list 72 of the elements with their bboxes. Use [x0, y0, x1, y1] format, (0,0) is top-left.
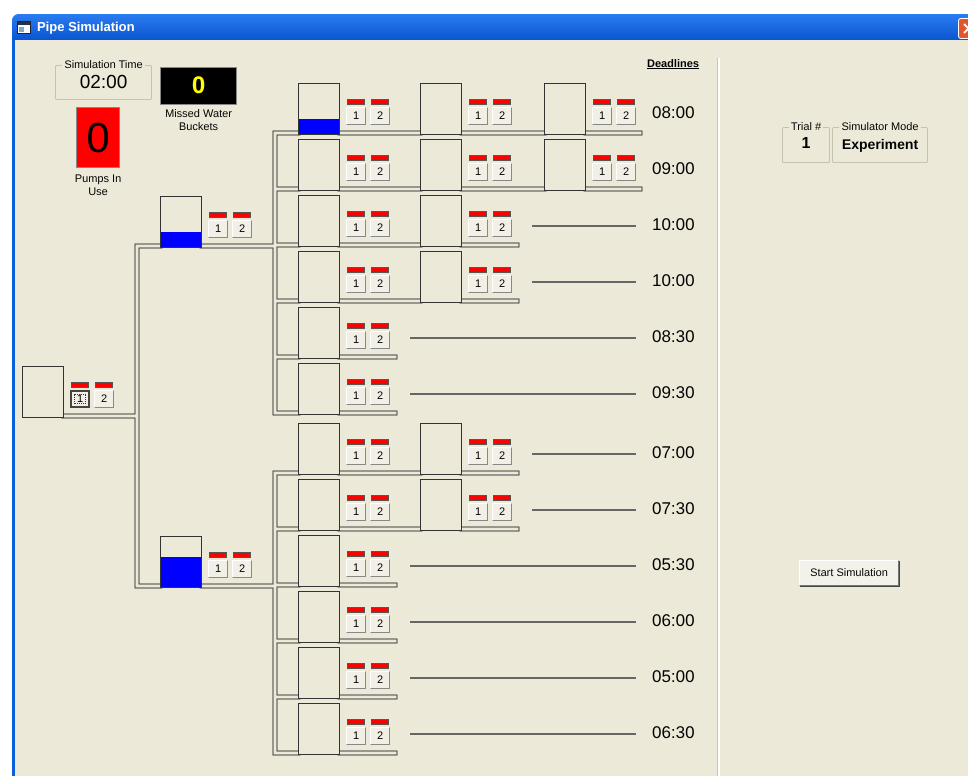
missed-buckets-label: Missed Water Buckets	[164, 108, 233, 134]
deadline-time: 07:00	[652, 444, 695, 461]
pump-button[interactable]: 2	[370, 503, 390, 521]
pump-button[interactable]: 2	[370, 727, 390, 745]
app-window-icon	[17, 20, 31, 34]
deadline-time: 10:00	[652, 272, 695, 289]
pump-button[interactable]: 2	[232, 220, 252, 238]
pump-button[interactable]: 2	[492, 503, 512, 521]
pump-button[interactable]: 1	[468, 503, 488, 521]
pump-button[interactable]: 1	[346, 331, 366, 349]
pump-button[interactable]: 1	[468, 219, 488, 237]
simulator-mode-label: Simulator Mode	[840, 122, 920, 133]
pump-button[interactable]: 2	[370, 559, 390, 577]
pump-button[interactable]: 2	[492, 107, 512, 125]
pump-button[interactable]: 2	[370, 671, 390, 689]
deadline-time: 09:00	[652, 160, 695, 177]
pumps-in-use-label: Pumps In Use	[74, 173, 122, 199]
pump-button[interactable]: 2	[492, 275, 512, 293]
pump-button[interactable]: 2	[370, 331, 390, 349]
pump-button[interactable]: 1	[346, 107, 366, 125]
deadline-time: 05:00	[652, 668, 695, 685]
pump-button[interactable]: 2	[616, 163, 636, 181]
deadline-time: 10:00	[652, 216, 695, 233]
pump-button[interactable]: 1	[346, 275, 366, 293]
pump-button[interactable]: 1	[592, 107, 612, 125]
pump-button[interactable]: 2	[616, 107, 636, 125]
pump-button[interactable]: 2	[232, 560, 252, 578]
pump-button[interactable]: 1	[468, 275, 488, 293]
pump-button[interactable]: 2	[370, 163, 390, 181]
deadline-time: 06:30	[652, 724, 695, 741]
pump-button[interactable]: 1	[592, 163, 612, 181]
deadline-time: 09:30	[652, 384, 695, 401]
pump-button[interactable]: 2	[492, 219, 512, 237]
missed-buckets-value: 0	[192, 74, 206, 98]
pump-button[interactable]: 2	[370, 447, 390, 465]
pump-button[interactable]: 1	[208, 220, 228, 238]
pump-button[interactable]: 2	[370, 219, 390, 237]
pump-button[interactable]: 1	[468, 107, 488, 125]
deadline-time: 07:30	[652, 500, 695, 517]
trial-label: Trial #	[790, 122, 822, 133]
deadline-time: 06:00	[652, 612, 695, 629]
simulation-time-value: 02:00	[80, 73, 128, 92]
pump-button[interactable]: 1	[346, 387, 366, 405]
deadlines-header: Deadlines	[647, 59, 699, 70]
pump-button[interactable]: 1	[468, 163, 488, 181]
pump-button[interactable]: 1	[346, 219, 366, 237]
pump-button[interactable]: 1	[70, 390, 90, 408]
pump-button[interactable]: 1	[346, 559, 366, 577]
pump-button[interactable]: 1	[346, 163, 366, 181]
pump-button[interactable]: 1	[468, 447, 488, 465]
window-title: Pipe Simulation	[37, 18, 135, 36]
pump-button[interactable]: 1	[346, 727, 366, 745]
simulator-mode-value: Experiment	[842, 137, 918, 151]
deadline-time: 08:30	[652, 328, 695, 345]
deadline-time: 05:30	[652, 556, 695, 573]
pumps-in-use-value: 0	[86, 116, 110, 158]
trial-value: 1	[802, 136, 810, 152]
pump-button[interactable]: 2	[492, 163, 512, 181]
pump-button[interactable]: 1	[346, 447, 366, 465]
pump-button[interactable]: 2	[370, 387, 390, 405]
pump-button[interactable]: 1	[346, 671, 366, 689]
deadline-time: 08:00	[652, 104, 695, 121]
pump-button[interactable]: 2	[94, 390, 114, 408]
simulation-time-label: Simulation Time	[63, 60, 144, 71]
pump-button[interactable]: 2	[370, 615, 390, 633]
pump-button[interactable]: 2	[370, 275, 390, 293]
pump-button[interactable]: 2	[492, 447, 512, 465]
pump-button[interactable]: 1	[208, 560, 228, 578]
start-simulation-button[interactable]: Start Simulation	[799, 560, 899, 586]
pump-button[interactable]: 2	[370, 107, 390, 125]
pump-button[interactable]: 1	[346, 503, 366, 521]
pump-button[interactable]: 1	[346, 615, 366, 633]
